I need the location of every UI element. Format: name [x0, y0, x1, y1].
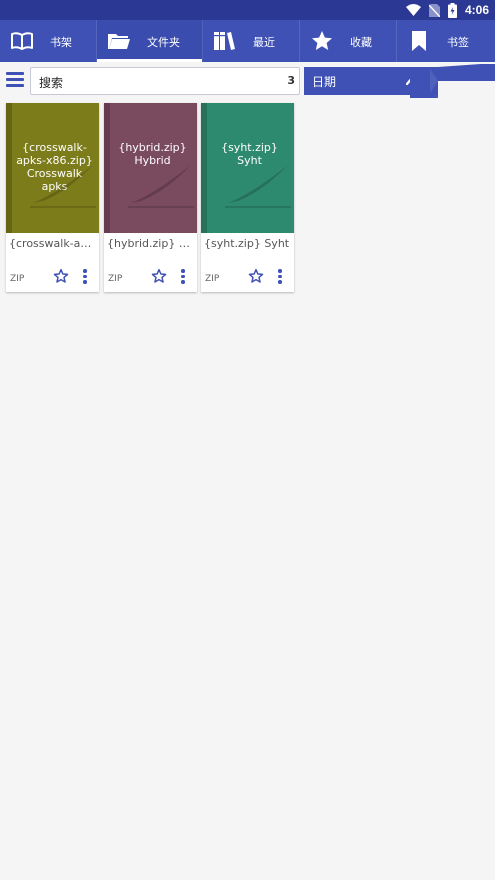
result-count: 3: [287, 74, 295, 87]
tab-folder[interactable]: 文件夹: [97, 20, 203, 62]
book-cover: {crosswalk-apks-x86.zip} Crosswalk apks: [6, 103, 99, 233]
bookmark-icon: [412, 31, 426, 51]
more-options-icon[interactable]: [277, 269, 283, 285]
books-stack-icon: [214, 32, 235, 50]
feather-watermark-icon: [128, 165, 194, 208]
search-input[interactable]: 搜索 3: [30, 67, 300, 95]
status-bar: 4:06: [0, 0, 495, 20]
status-time: 4:06: [464, 3, 489, 17]
favorite-star-icon[interactable]: [53, 268, 69, 284]
more-options-icon[interactable]: [82, 269, 88, 285]
tab-recent[interactable]: 最近: [203, 20, 300, 62]
tab-bar: 书架 文件夹 最近 收藏 书签: [0, 20, 495, 62]
book-format: ZIP: [108, 274, 123, 284]
wifi-icon: [405, 4, 421, 16]
book-name: {crosswalk-apks-x86.zip} Crosswalk apks: [9, 237, 97, 250]
tab-label: 书架: [50, 36, 72, 49]
book-card[interactable]: {hybrid.zip} Hybrid {hybrid.zip} Hybrid …: [104, 103, 197, 292]
favorite-star-icon[interactable]: [151, 268, 167, 284]
tab-label: 书签: [447, 36, 469, 49]
menu-icon[interactable]: [6, 72, 24, 88]
sort-label: 日期: [312, 75, 337, 89]
tab-label: 最近: [253, 36, 275, 49]
tab-bookmarks[interactable]: 书签: [397, 20, 495, 62]
feather-watermark-icon: [30, 165, 96, 208]
folder-icon: [108, 34, 130, 49]
sort-banner-tail: [410, 64, 495, 98]
more-options-icon[interactable]: [180, 269, 186, 285]
search-text: 搜索: [39, 76, 64, 90]
feather-watermark-icon: [225, 165, 291, 208]
book-name: {syht.zip} Syht: [204, 237, 290, 250]
favorite-star-icon[interactable]: [248, 268, 264, 284]
book-cover: {hybrid.zip} Hybrid: [104, 103, 197, 233]
star-icon: [312, 31, 332, 50]
tab-label: 收藏: [350, 36, 372, 49]
book-format: ZIP: [205, 274, 220, 284]
book-format: ZIP: [10, 274, 25, 284]
book-name: {hybrid.zip} Hybrid: [107, 237, 195, 250]
book-card[interactable]: {syht.zip} Syht {syht.zip} Syht ZIP: [201, 103, 294, 292]
book-open-icon: [11, 32, 33, 50]
tab-favorites[interactable]: 收藏: [300, 20, 397, 62]
book-card[interactable]: {crosswalk-apks-x86.zip} Crosswalk apks …: [6, 103, 99, 292]
status-icons: 4:06: [405, 2, 489, 18]
tab-bookshelf[interactable]: 书架: [0, 20, 97, 62]
no-sim-icon: [428, 3, 440, 17]
battery-charging-icon: [447, 2, 457, 18]
tab-label: 文件夹: [147, 36, 180, 49]
book-cover: {syht.zip} Syht: [201, 103, 294, 233]
